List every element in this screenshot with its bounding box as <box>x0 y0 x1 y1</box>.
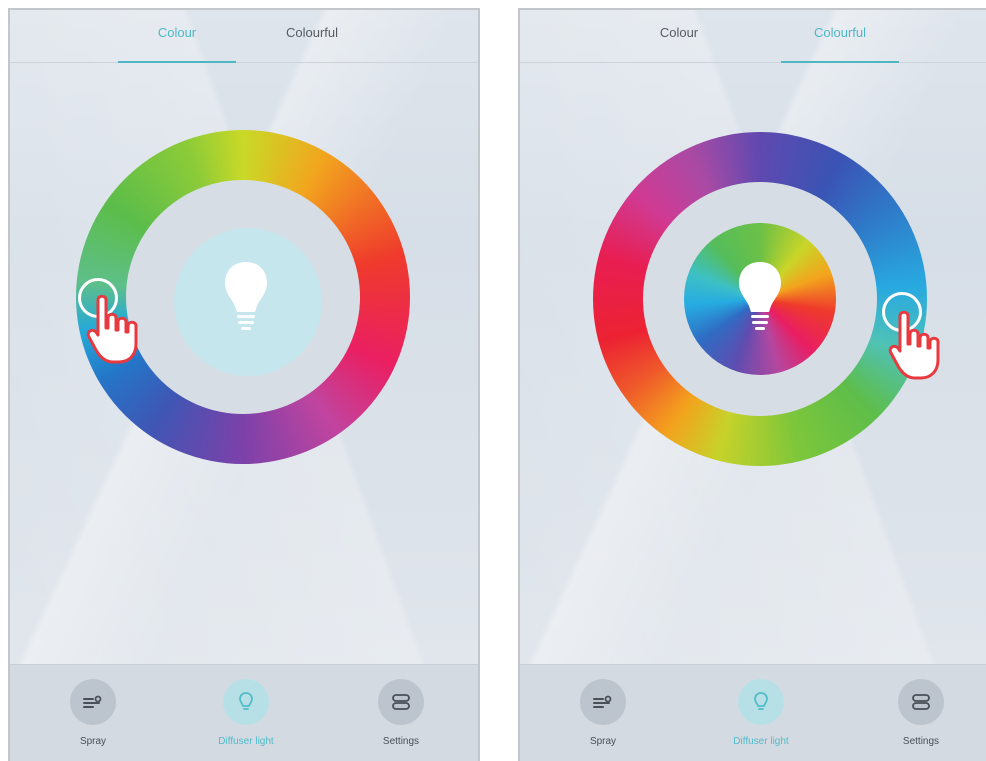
bulb-icon <box>225 262 267 330</box>
pointer-hand-icon <box>86 294 138 364</box>
tab-bar: Colour Colourful <box>10 10 478 63</box>
nav-spray[interactable]: Spray <box>38 679 148 747</box>
tab-bar: Colour Colourful <box>520 10 986 63</box>
pointer-hand-icon <box>888 310 940 380</box>
bottom-nav: Spray Diffuser light Settings <box>10 664 478 761</box>
nav-settings-label: Settings <box>902 736 940 747</box>
bulb-icon <box>738 679 784 725</box>
tab-colour[interactable]: Colour <box>118 10 236 63</box>
nav-settings[interactable]: Settings <box>346 679 456 747</box>
spray-icon <box>70 679 116 725</box>
settings-icon <box>898 679 944 725</box>
colour-screen: Colour Colourful Spray Diffuser light Se… <box>8 8 480 761</box>
tab-colourful[interactable]: Colourful <box>781 10 899 63</box>
spray-icon <box>580 679 626 725</box>
bottom-nav: Spray Diffuser light Settings <box>520 664 986 761</box>
nav-settings-label: Settings <box>382 736 420 747</box>
tab-colourful[interactable]: Colourful <box>253 10 371 62</box>
bulb-icon <box>223 679 269 725</box>
nav-spray-label: Spray <box>79 736 107 747</box>
nav-diffuser-light-label: Diffuser light <box>733 736 789 747</box>
nav-diffuser-light[interactable]: Diffuser light <box>191 679 301 747</box>
bulb-icon <box>739 262 781 330</box>
tab-colour[interactable]: Colour <box>620 10 738 62</box>
nav-diffuser-light-label: Diffuser light <box>218 736 274 747</box>
colourful-screen: Colour Colourful Spray Diffuser light Se… <box>518 8 986 761</box>
nav-spray-label: Spray <box>589 736 617 747</box>
nav-spray[interactable]: Spray <box>548 679 658 747</box>
settings-icon <box>378 679 424 725</box>
nav-diffuser-light[interactable]: Diffuser light <box>706 679 816 747</box>
nav-settings[interactable]: Settings <box>866 679 976 747</box>
